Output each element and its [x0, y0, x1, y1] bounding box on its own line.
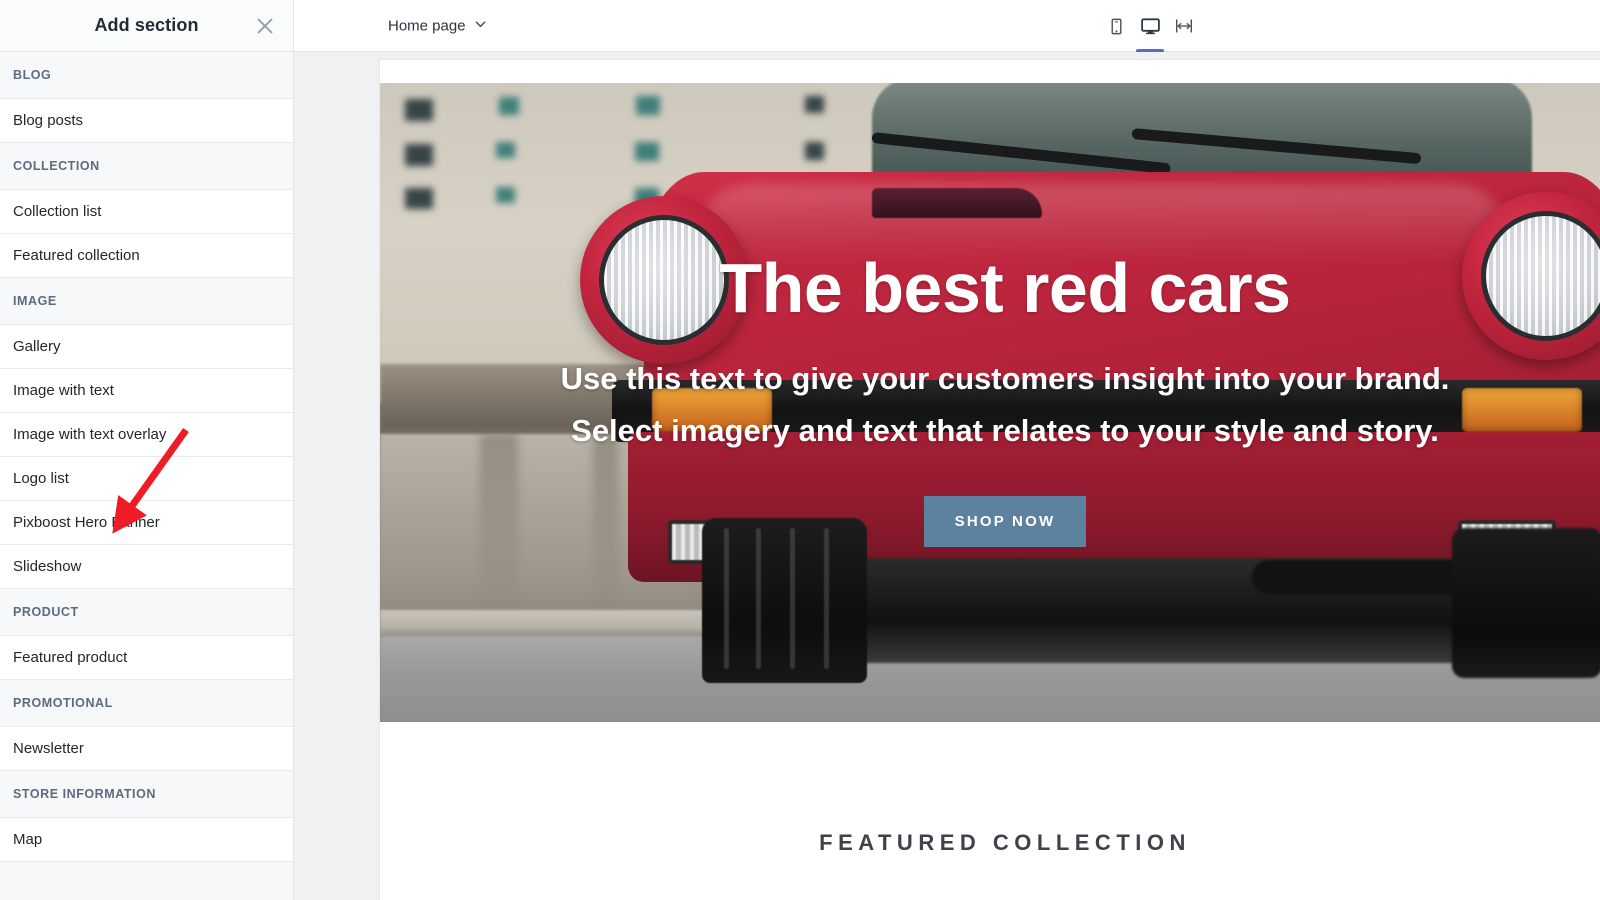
section-item-pixboost-hero-banner[interactable]: Pixboost Hero Banner	[0, 501, 293, 545]
editor-topbar: Home page	[294, 0, 1600, 52]
hero-text-overlay: The best red cars Use this text to give …	[380, 83, 1600, 722]
section-item-collection-list[interactable]: Collection list	[0, 190, 293, 234]
shop-now-button[interactable]: SHOP NOW	[923, 496, 1087, 548]
page-selector-dropdown[interactable]: Home page	[388, 17, 487, 34]
chevron-down-icon	[474, 17, 487, 34]
panel-title: Add section	[94, 15, 199, 35]
section-category-header: COLLECTION	[0, 143, 293, 190]
device-switcher	[1099, 0, 1201, 52]
section-category-header: STORE INFORMATION	[0, 771, 293, 818]
section-item-blog-posts[interactable]: Blog posts	[0, 99, 293, 143]
section-item-newsletter[interactable]: Newsletter	[0, 727, 293, 771]
section-item-featured-product[interactable]: Featured product	[0, 636, 293, 680]
section-item-slideshow[interactable]: Slideshow	[0, 545, 293, 589]
section-item-logo-list[interactable]: Logo list	[0, 457, 293, 501]
hero-subtext-line-1: Use this text to give your customers ins…	[560, 361, 1450, 397]
hero-banner-section[interactable]: The best red cars Use this text to give …	[380, 83, 1600, 722]
device-full-width-button[interactable]	[1167, 0, 1201, 52]
section-item-gallery[interactable]: Gallery	[0, 325, 293, 369]
featured-collection-title: FEATURED COLLECTION	[819, 830, 1191, 855]
section-category-header: PRODUCT	[0, 589, 293, 636]
section-category-header: IMAGE	[0, 278, 293, 325]
section-item-map[interactable]: Map	[0, 818, 293, 862]
section-item-featured-collection[interactable]: Featured collection	[0, 234, 293, 278]
theme-editor-screen: Add section BLOG Blog posts COLLECTION Coll…	[0, 0, 1600, 900]
close-icon[interactable]	[251, 12, 279, 40]
add-section-panel: Add section BLOG Blog posts COLLECTION Coll…	[0, 0, 294, 900]
device-desktop-button[interactable]	[1133, 0, 1167, 52]
preview-scroll-container[interactable]: The best red cars Use this text to give …	[294, 52, 1600, 900]
section-item-image-with-text-overlay[interactable]: Image with text overlay	[0, 413, 293, 457]
hero-subtext: Use this text to give your customers ins…	[561, 353, 1450, 456]
device-mobile-button[interactable]	[1099, 0, 1133, 52]
storefront-preview: The best red cars Use this text to give …	[380, 60, 1600, 900]
featured-collection-section: FEATURED COLLECTION	[380, 722, 1600, 856]
section-category-header: BLOG	[0, 52, 293, 99]
section-item-image-with-text[interactable]: Image with text	[0, 369, 293, 413]
section-list: BLOG Blog posts COLLECTION Collection list F…	[0, 52, 293, 862]
add-section-header: Add section	[0, 0, 293, 52]
hero-heading: The best red cars	[719, 249, 1291, 327]
editor-preview-area: Home page The best red cars Use this tex…	[294, 0, 1600, 900]
page-selector-label: Home page	[388, 17, 466, 34]
section-category-header: PROMOTIONAL	[0, 680, 293, 727]
hero-subtext-line-2: Select imagery and text that relates to …	[571, 412, 1439, 448]
